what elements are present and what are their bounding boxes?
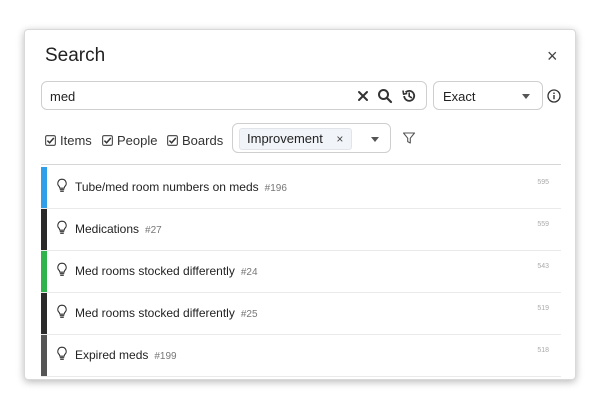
match-mode-select[interactable]: Exact [433,81,543,110]
divider [41,164,561,165]
lightbulb-icon [57,178,67,192]
result-id: #24 [240,267,258,278]
result-title: Tube/med room numbers on meds [75,180,259,194]
result-row[interactable]: Medications #27 559 [41,209,561,251]
close-icon[interactable]: × [547,46,558,66]
result-score: 543 [537,263,549,270]
result-score: 595 [537,179,549,186]
clear-icon[interactable] [355,88,371,104]
result-score: 518 [537,347,549,354]
dialog-title: Search [45,45,106,66]
result-id: #25 [240,309,258,320]
result-id: #199 [154,351,177,362]
items-label: Items [60,133,92,148]
results-list: Tube/med room numbers on meds #196 595 Medi… [41,167,561,379]
people-label: People [117,133,158,148]
result-title: Med rooms stocked differently [75,306,235,320]
checkbox-checked-icon [102,135,113,146]
result-score: 559 [537,221,549,228]
boards-label: Boards [182,133,224,148]
tag-label: Improvement [247,131,323,146]
checkbox-checked-icon [167,135,178,146]
info-icon[interactable] [547,89,561,103]
color-bar [41,167,47,208]
result-score: 519 [537,305,549,312]
search-box [41,81,427,110]
result-row[interactable]: Tube/med room numbers on meds #196 595 [41,167,561,209]
color-bar [41,335,47,376]
lightbulb-icon [57,346,67,360]
history-icon[interactable] [401,88,417,104]
color-bar [41,209,47,250]
result-row[interactable]: Expired meds #199 518 [41,335,561,377]
lightbulb-icon [57,220,67,234]
search-input[interactable] [50,87,350,105]
search-dialog: Search × Exact Items [24,29,576,380]
checkbox-checked-icon [45,135,56,146]
search-icon[interactable] [377,88,393,104]
match-mode-value: Exact [443,89,476,104]
chevron-down-icon [522,94,530,99]
tag-filter-select[interactable]: Improvement × [232,123,391,153]
result-row[interactable]: Med rooms stocked differently #24 543 [41,251,561,293]
chevron-down-icon [371,137,379,142]
result-title: Expired meds [75,348,149,362]
remove-tag-icon[interactable]: × [336,132,343,146]
result-title: Medications [75,222,140,236]
result-id: #27 [145,225,162,236]
result-id: #196 [264,183,287,194]
lightbulb-icon [57,304,67,318]
color-bar [41,293,47,334]
lightbulb-icon [57,262,67,276]
filter-icon[interactable] [402,131,416,145]
result-title: Med rooms stocked differently [75,264,235,278]
tag-chip: Improvement × [239,128,353,150]
color-bar [41,251,47,292]
result-row[interactable]: Med rooms stocked differently #25 519 [41,293,561,335]
